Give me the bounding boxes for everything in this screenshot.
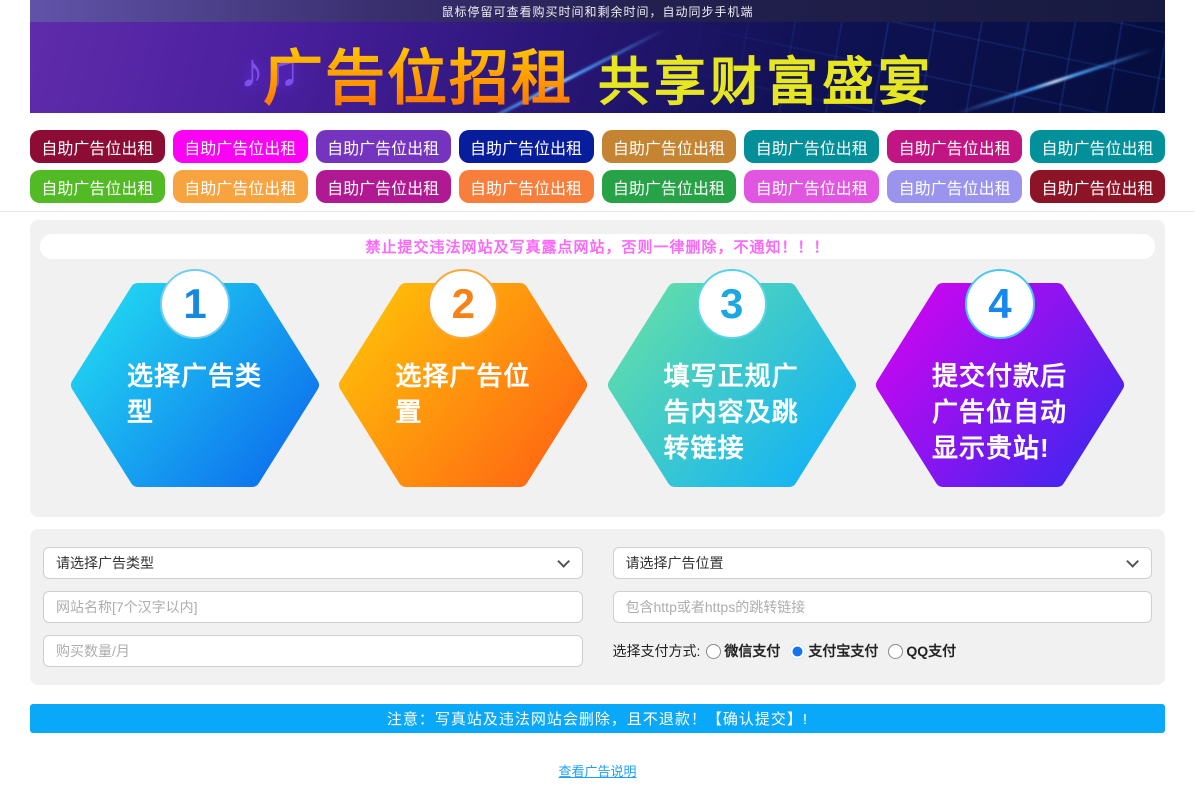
radio-icon[interactable] <box>790 643 806 659</box>
ad-rent-button[interactable]: 自助广告位出租 <box>1030 170 1165 203</box>
banner-subtitle: 共享财富盛宴 <box>598 54 935 112</box>
step-number: 2 <box>451 280 475 327</box>
radio-qq-label: QQ支付 <box>906 643 957 659</box>
view-ad-instructions-link[interactable]: 查看广告说明 <box>558 764 636 779</box>
ad-rent-button[interactable]: 自助广告位出租 <box>887 130 1023 163</box>
ad-rent-button[interactable]: 自助广告位出租 <box>601 130 737 163</box>
radio-qq-pay[interactable]: QQ支付 <box>888 641 956 661</box>
ad-rent-button[interactable]: 自助广告位出租 <box>458 130 594 163</box>
ad-buttons-grid: 自助广告位出租 自助广告位出租 自助广告位出租 自助广告位出租 自助广告位出租 自助广告位… <box>30 130 1165 203</box>
ad-type-select-value: 请选择广告类型 <box>56 555 154 571</box>
ad-position-select[interactable]: 请选择广告位置 <box>612 547 1152 579</box>
ad-rent-button[interactable]: 自助广告位出租 <box>601 170 737 203</box>
ad-rent-button[interactable]: 自助广告位出租 <box>30 130 165 163</box>
step-description: 提交付款后 广告位自动 显示贵站! <box>931 361 1067 463</box>
jump-link-input[interactable] <box>612 591 1152 623</box>
payment-method-row: 选择支付方式: 微信支付 支付宝支付 QQ支付 <box>613 635 1153 667</box>
warning-strip: 禁止提交违法网站及写真露点网站，否则一律删除，不通知！！！ <box>40 234 1155 259</box>
top-notice-text: 鼠标停留可查看购买时间和剩余时间，自动同步手机端 <box>441 4 754 19</box>
site-name-input[interactable] <box>43 591 583 623</box>
step-number: 1 <box>183 280 207 327</box>
form-right-column: 请选择广告位置 选择支付方式: 微信支付 支付宝支付 <box>612 547 1153 679</box>
chevron-down-icon <box>556 554 570 568</box>
banner-title: 广告位招租 <box>263 30 573 113</box>
ad-rent-button[interactable]: 自助广告位出租 <box>172 130 308 163</box>
step-number: 3 <box>719 280 744 327</box>
step-card-2: 2 选择广告位 置 <box>333 269 593 501</box>
step-description: 填写正规广 告内容及跳 转链接 <box>663 361 799 463</box>
purchase-form: 请选择广告类型 请选择广告位置 选择支付方式: <box>30 529 1165 685</box>
form-left-column: 请选择广告类型 <box>43 547 583 679</box>
radio-icon[interactable] <box>888 643 904 659</box>
step-number: 4 <box>988 280 1012 327</box>
payment-method-label: 选择支付方式: <box>612 643 701 659</box>
step-card-4: 4 提交付款后 广告位自动 显示贵站! <box>870 269 1130 501</box>
step-number-badge: 1 <box>160 269 230 339</box>
steps-panel: 禁止提交违法网站及写真露点网站，否则一律删除，不通知！！！ 1 选择广告类 型 <box>30 220 1165 517</box>
top-notice-bar: 鼠标停留可查看购买时间和剩余时间，自动同步手机端 <box>30 0 1165 22</box>
ad-rent-button[interactable]: 自助广告位出租 <box>30 170 165 203</box>
step-number-badge: 2 <box>428 269 499 339</box>
ad-position-select-value: 请选择广告位置 <box>625 555 724 571</box>
steps-row: 1 选择广告类 型 2 选择广告位 置 3 填写正规广 告内容及跳 转链接 4 … <box>35 269 1160 501</box>
warning-text: 禁止提交违法网站及写真露点网站，否则一律删除，不通知！！！ <box>365 239 830 256</box>
ad-type-select[interactable]: 请选择广告类型 <box>43 547 583 579</box>
ad-rent-button[interactable]: 自助广告位出租 <box>1030 130 1165 163</box>
quantity-input[interactable] <box>43 635 583 667</box>
ad-rent-button[interactable]: 自助广告位出租 <box>172 170 308 203</box>
radio-wechat-label: 微信支付 <box>724 643 781 659</box>
radio-alipay-label: 支付宝支付 <box>808 643 879 659</box>
divider <box>0 211 1195 212</box>
footer: 查看广告说明 <box>30 761 1165 801</box>
chevron-down-icon <box>1126 554 1139 568</box>
ad-rent-button[interactable]: 自助广告位出租 <box>744 170 880 203</box>
step-number-badge: 3 <box>696 269 767 339</box>
step-card-3: 3 填写正规广 告内容及跳 转链接 <box>602 269 862 501</box>
ad-rent-button[interactable]: 自助广告位出租 <box>458 170 594 203</box>
ad-rent-button[interactable]: 自助广告位出租 <box>887 170 1023 203</box>
radio-icon[interactable] <box>706 643 722 659</box>
step-description: 选择广告位 置 <box>395 361 531 427</box>
step-description: 选择广告类 型 <box>127 361 263 427</box>
radio-wechat-pay[interactable]: 微信支付 <box>706 641 780 661</box>
confirm-submit-button[interactable]: 注意：写真站及违法网站会删除，且不退款！【确认提交】! <box>30 704 1165 733</box>
banner: ♪♫ 广告位招租 共享财富盛宴 <box>30 22 1165 113</box>
step-number-badge: 4 <box>964 269 1035 339</box>
ad-rent-button[interactable]: 自助广告位出租 <box>315 170 451 203</box>
step-card-1: 1 选择广告类 型 <box>65 269 325 501</box>
radio-alipay[interactable]: 支付宝支付 <box>790 641 878 661</box>
ad-rent-button[interactable]: 自助广告位出租 <box>744 130 880 163</box>
ad-rent-button[interactable]: 自助广告位出租 <box>315 130 451 163</box>
